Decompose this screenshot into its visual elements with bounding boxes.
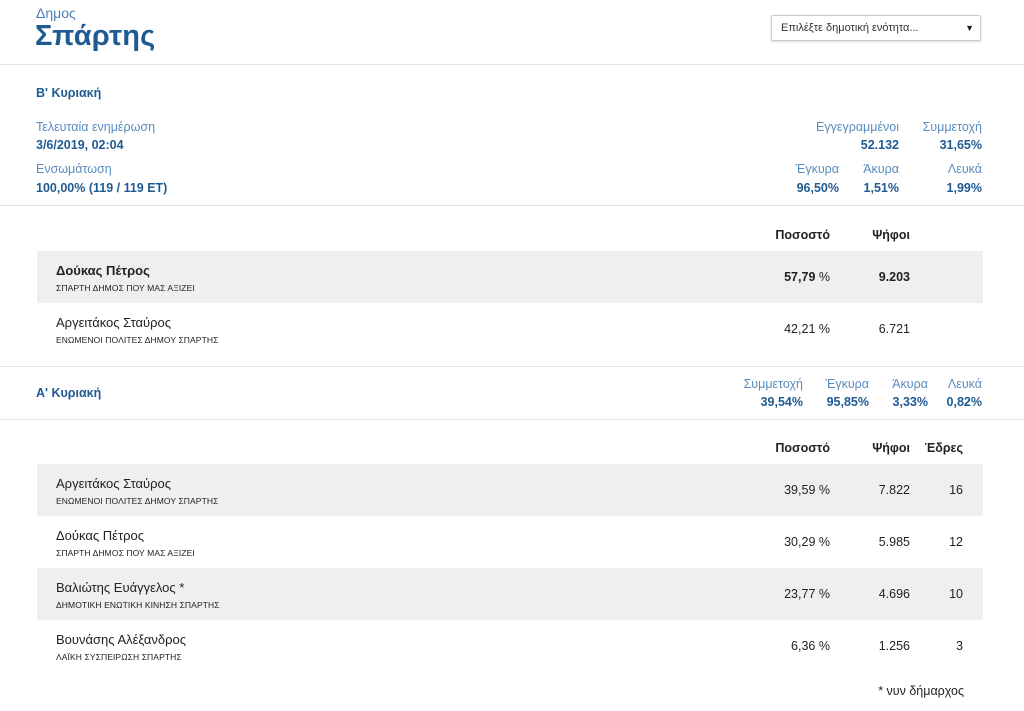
- select-value: Επιλέξτε δημοτική ενότητα...: [781, 22, 919, 34]
- party-name: ΔΗΜΟΤΙΚΗ ΕΝΩΤΙΚΗ ΚΙΝΗΣΗ ΣΠΑΡΤΗΣ: [56, 600, 220, 610]
- votes-cell: 1.256: [878, 639, 910, 653]
- r1-valid-value: 95,85%: [826, 395, 869, 409]
- table-row: Δούκας Πέτρος ΣΠΑΡΤΗ ΔΗΜΟΣ ΠΟΥ ΜΑΣ ΑΞΙΖΕ…: [37, 251, 983, 303]
- municipality-name: Σπάρτης: [35, 20, 156, 52]
- seats-cell: 10: [949, 587, 963, 601]
- integration-label: Ενσωμάτωση: [36, 162, 112, 176]
- divider: [0, 205, 1024, 206]
- last-update-value: 3/6/2019, 02:04: [36, 138, 124, 152]
- r1-invalid-value: 3,33%: [892, 395, 928, 409]
- col-percent-header: Ποσοστό: [775, 228, 830, 242]
- candidate-name: Αργειτάκος Σταύρος: [56, 315, 172, 330]
- registered-value: 52.132: [860, 138, 899, 152]
- valid-value: 96,50%: [796, 181, 839, 195]
- table-row: Αργειτάκος Σταύρος ΕΝΩΜΕΝΟΙ ΠΟΛΙΤΕΣ ΔΗΜΟ…: [37, 464, 983, 516]
- divider: [0, 419, 1024, 420]
- percent-cell: 42,21 %: [784, 322, 830, 336]
- r1-invalid-label: Άκυρα: [892, 377, 928, 391]
- candidate-name: Δούκας Πέτρος: [56, 528, 144, 543]
- round2-title: Β' Κυριακή: [36, 86, 102, 100]
- party-name: ΕΝΩΜΕΝΟΙ ΠΟΛΙΤΕΣ ΔΗΜΟΥ ΣΠΑΡΤΗΣ: [56, 496, 219, 506]
- r1-valid-label: Έγκυρα: [825, 377, 869, 391]
- table-row: Βουνάσης Αλέξανδρος ΛΑΪΚΗ ΣΥΣΠΕΙΡΩΣΗ ΣΠΑ…: [37, 620, 983, 672]
- party-name: ΛΑΪΚΗ ΣΥΣΠΕΙΡΩΣΗ ΣΠΑΡΤΗΣ: [56, 652, 182, 662]
- registered-label: Εγγεγραμμένοι: [816, 120, 899, 134]
- col-seats-header: Έδρες: [924, 441, 963, 455]
- seats-cell: 3: [956, 639, 963, 653]
- r1-turnout-label: Συμμετοχή: [743, 377, 803, 391]
- r1-blank-label: Λευκά: [947, 377, 982, 391]
- table-row: Βαλιώτης Ευάγγελος * ΔΗΜΟΤΙΚΗ ΕΝΩΤΙΚΗ ΚΙ…: [37, 568, 983, 620]
- table-row: Δούκας Πέτρος ΣΠΑΡΤΗ ΔΗΜΟΣ ΠΟΥ ΜΑΣ ΑΞΙΖΕ…: [37, 516, 983, 568]
- r1-turnout-value: 39,54%: [760, 395, 803, 409]
- page-header: Δημος Σπάρτης Επιλέξτε δημοτική ενότητα.…: [0, 0, 1024, 65]
- valid-label: Έγκυρα: [795, 162, 839, 176]
- votes-cell: 9.203: [878, 270, 910, 284]
- blank-value: 1,99%: [946, 181, 982, 195]
- divider: [0, 366, 1024, 367]
- party-name: ΣΠΑΡΤΗ ΔΗΜΟΣ ΠΟΥ ΜΑΣ ΑΞΙΖΕΙ: [56, 283, 195, 293]
- caret-down-icon: ▼: [965, 23, 974, 33]
- round1-title: Α' Κυριακή: [36, 386, 102, 400]
- col-votes-header: Ψήφοι: [872, 228, 910, 242]
- candidate-name: Δούκας Πέτρος: [56, 263, 150, 278]
- integration-value: 100,00% (119 / 119 ΕΤ): [36, 181, 168, 195]
- candidate-name: Βαλιώτης Ευάγγελος *: [56, 580, 185, 595]
- invalid-value: 1,51%: [863, 181, 899, 195]
- invalid-label: Άκυρα: [863, 162, 899, 176]
- seats-cell: 16: [949, 483, 963, 497]
- percent-cell: 30,29 %: [784, 535, 830, 549]
- municipal-unit-select[interactable]: Επιλέξτε δημοτική ενότητα... ▼: [771, 15, 981, 41]
- footnote: * νυν δήμαρχος: [878, 684, 964, 698]
- votes-cell: 5.985: [878, 535, 910, 549]
- candidate-name: Αργειτάκος Σταύρος: [56, 476, 172, 491]
- votes-cell: 4.696: [878, 587, 910, 601]
- col-votes-header: Ψήφοι: [872, 441, 910, 455]
- percent-cell: 57,79 %: [784, 270, 830, 284]
- last-update-label: Τελευταία ενημέρωση: [36, 120, 156, 134]
- candidate-name: Βουνάσης Αλέξανδρος: [56, 632, 187, 647]
- turnout-label: Συμμετοχή: [922, 120, 982, 134]
- col-percent-header: Ποσοστό: [775, 441, 830, 455]
- municipality-label: Δημος: [36, 5, 76, 21]
- r1-blank-value: 0,82%: [946, 395, 982, 409]
- party-name: ΣΠΑΡΤΗ ΔΗΜΟΣ ΠΟΥ ΜΑΣ ΑΞΙΖΕΙ: [56, 548, 195, 558]
- percent-cell: 6,36 %: [791, 639, 830, 653]
- seats-cell: 12: [949, 535, 963, 549]
- turnout-value: 31,65%: [939, 138, 982, 152]
- table-row: Αργειτάκος Σταύρος ΕΝΩΜΕΝΟΙ ΠΟΛΙΤΕΣ ΔΗΜΟ…: [37, 303, 983, 355]
- votes-cell: 6.721: [878, 322, 910, 336]
- party-name: ΕΝΩΜΕΝΟΙ ΠΟΛΙΤΕΣ ΔΗΜΟΥ ΣΠΑΡΤΗΣ: [56, 335, 219, 345]
- blank-label: Λευκά: [947, 162, 982, 176]
- percent-cell: 23,77 %: [784, 587, 830, 601]
- votes-cell: 7.822: [878, 483, 910, 497]
- percent-cell: 39,59 %: [784, 483, 830, 497]
